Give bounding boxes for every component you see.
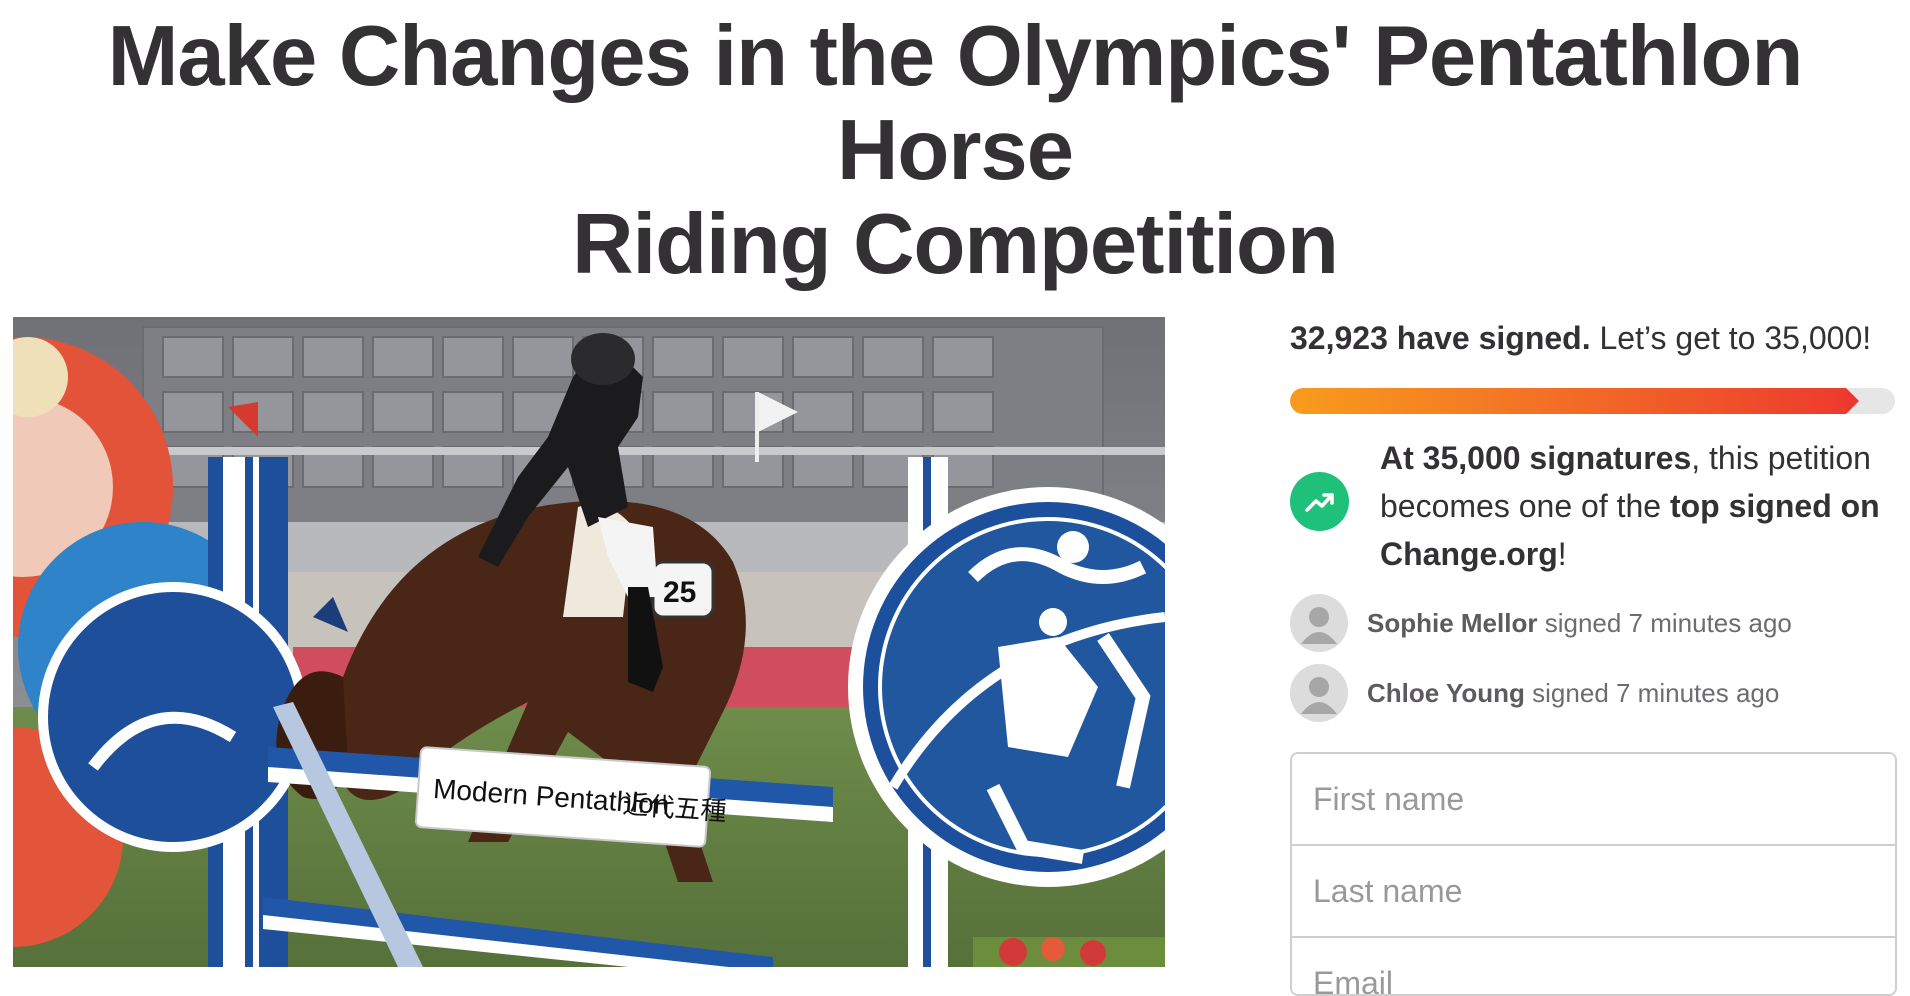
petition-photo: 25 Modern Pentathlon 近代五種 bbox=[13, 317, 1165, 967]
signature-progress-fill bbox=[1290, 388, 1846, 414]
recent-signer: Sophie Mellor signed 7 minutes ago bbox=[1290, 594, 1895, 664]
signature-count-bold: 32,923 have signed. bbox=[1290, 320, 1591, 356]
trending-up-icon bbox=[1290, 472, 1349, 531]
signer-action: signed 7 minutes ago bbox=[1532, 678, 1780, 708]
last-name-field[interactable] bbox=[1292, 846, 1895, 938]
milestone-text: At 35,000 signatures, this petition beco… bbox=[1380, 434, 1900, 578]
milestone-bold-1: At 35,000 signatures bbox=[1380, 440, 1692, 476]
signer-action: signed 7 minutes ago bbox=[1544, 608, 1792, 638]
petition-title-line-2: Riding Competition bbox=[572, 197, 1339, 292]
signature-panel: 32,923 have signed. Let’s get to 35,000!… bbox=[1290, 318, 1895, 734]
recent-signer: Chloe Young signed 7 minutes ago bbox=[1290, 664, 1895, 734]
signature-goal: Let’s get to 35,000! bbox=[1599, 320, 1872, 356]
first-name-field[interactable] bbox=[1292, 754, 1895, 846]
avatar bbox=[1290, 664, 1348, 722]
avatar bbox=[1290, 594, 1348, 652]
milestone-text-2: ! bbox=[1557, 536, 1567, 572]
milestone-callout: At 35,000 signatures, this petition beco… bbox=[1290, 434, 1895, 576]
email-field[interactable] bbox=[1292, 938, 1895, 994]
sign-petition-form bbox=[1290, 752, 1897, 996]
signer-name: Chloe Young bbox=[1367, 678, 1525, 708]
signature-progress-bar bbox=[1290, 388, 1895, 414]
signer-name: Sophie Mellor bbox=[1367, 608, 1538, 638]
signer-text: Sophie Mellor signed 7 minutes ago bbox=[1367, 606, 1792, 640]
signer-text: Chloe Young signed 7 minutes ago bbox=[1367, 676, 1779, 710]
signature-progress-tip bbox=[1845, 388, 1859, 414]
horse-jump-photo: 25 Modern Pentathlon 近代五種 bbox=[13, 317, 1165, 967]
signature-count: 32,923 have signed. Let’s get to 35,000! bbox=[1290, 318, 1895, 358]
bib-number: 25 bbox=[663, 576, 696, 609]
petition-title-line-1: Make Changes in the Olympics' Pentathlon… bbox=[107, 9, 1804, 198]
petition-title: Make Changes in the Olympics' Pentathlon… bbox=[0, 10, 1910, 292]
